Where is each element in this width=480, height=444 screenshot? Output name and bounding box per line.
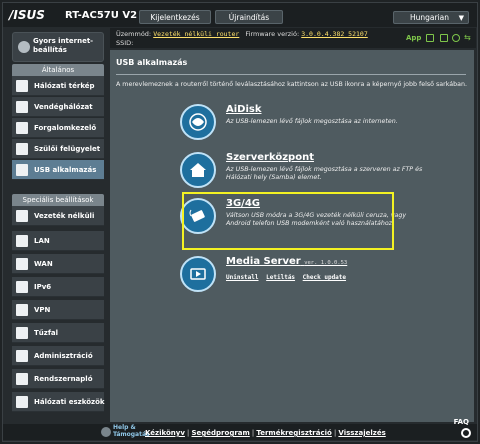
sidebar-item-system-log[interactable]: Rendszernapló <box>12 369 104 389</box>
firewall-icon <box>16 327 28 339</box>
feature-description: Az USB-lemezen lévő fájlok megosztása a … <box>226 166 423 181</box>
registration-link[interactable]: Termékregisztráció <box>256 429 331 437</box>
uninstall-link[interactable]: Uninstall <box>226 274 259 281</box>
media-server-links: Uninstall Letiltás Check update <box>226 274 350 281</box>
language-select[interactable]: Hungarian ▼ <box>393 11 469 24</box>
traffic-manager-icon <box>16 122 28 134</box>
wireless-icon <box>16 210 28 222</box>
manual-link[interactable]: Kézikönyv <box>145 429 185 437</box>
sidebar-item-administration[interactable]: Adminisztráció <box>12 346 104 366</box>
firmware-label: Firmware verzió: <box>245 30 300 38</box>
usb-eject-icon[interactable]: ⇆ <box>464 34 472 42</box>
sidebar-item-label: USB alkalmazás <box>34 166 97 174</box>
page-title: USB alkalmazás <box>116 58 188 67</box>
page-description: A merevlemeznek a routerről történő levá… <box>116 81 467 88</box>
sidebar-item-wireless[interactable]: Vezeték nélküli <box>12 206 104 226</box>
sidebar-item-label: WAN <box>34 260 53 268</box>
lan-icon <box>16 235 28 247</box>
sidebar-item-label: Vendéghálózat <box>34 103 93 111</box>
media-server-icon[interactable] <box>180 256 216 292</box>
top-bar: /ISUS RT-AC57U V2 Kijelentkezés Újraindí… <box>3 3 477 27</box>
usb-app-icon <box>16 164 28 176</box>
system-log-icon <box>16 373 28 385</box>
sidebar-item-label: VPN <box>34 306 51 314</box>
feature-title[interactable]: Media Server ver. 1.0.0.53 <box>226 256 347 267</box>
sidebar-item-guest-network[interactable]: Vendéghálózat <box>12 97 104 117</box>
footer-links: Kézikönyv | Segédprogram | Termékregisztráci… <box>145 429 386 437</box>
media-server-title[interactable]: Media Server <box>226 256 301 267</box>
sidebar-item-network-map[interactable]: Hálózati térkép <box>12 76 104 96</box>
sidebar-item-label: Tűzfal <box>34 329 59 337</box>
search-icon[interactable] <box>461 428 471 438</box>
disable-link[interactable]: Letiltás <box>266 274 295 281</box>
internet-status-icon[interactable] <box>426 34 434 42</box>
sidebar-item-lan[interactable]: LAN <box>12 231 104 251</box>
feature-description: Az USB-lemezen lévő fájlok megosztása az… <box>226 118 398 125</box>
sidebar-item-label: Vezeték nélküli <box>34 212 95 220</box>
status-bar: Üzemmód: Vezeték nélküli router Firmware… <box>110 28 476 48</box>
sidebar-item-firewall[interactable]: Tűzfal <box>12 323 104 343</box>
feedback-link[interactable]: Visszajelzés <box>338 429 385 437</box>
title-divider <box>116 74 466 75</box>
mode-value[interactable]: Vezeték nélküli router <box>153 30 239 38</box>
footer: FAQ Help & Támogatás Kézikönyv | Segédprog… <box>3 418 477 440</box>
sidebar-item-usb-app[interactable]: USB alkalmazás <box>12 160 104 180</box>
sidebar-item-vpn[interactable]: VPN <box>12 300 104 320</box>
network-map-icon <box>16 80 28 92</box>
sidebar-item-label: Hálózati eszközök <box>34 398 105 406</box>
feature-title[interactable]: AiDisk <box>226 104 262 115</box>
server-center-icon[interactable] <box>180 152 216 188</box>
vpn-icon <box>16 304 28 316</box>
language-value: Hungarian <box>410 13 450 22</box>
network-tools-icon <box>16 396 28 408</box>
sidebar-item-label: Szülői felügyelet <box>34 145 101 153</box>
chevron-down-icon: ▼ <box>458 14 464 22</box>
feature-title[interactable]: Szerverközpont <box>226 152 314 163</box>
ipv6-icon <box>16 281 28 293</box>
app-link[interactable]: App <box>406 34 421 42</box>
guest-network-icon <box>16 101 28 113</box>
highlight-box <box>182 192 394 250</box>
general-section-title: Általános <box>12 64 104 76</box>
aidisk-icon[interactable] <box>180 104 216 140</box>
sidebar-item-label: Rendszernapló <box>34 375 93 383</box>
sidebar-item-label: Hálózati térkép <box>34 82 95 90</box>
media-server-version: ver. 1.0.0.53 <box>304 260 348 266</box>
sidebar-item-parental-control[interactable]: Szülői felügyelet <box>12 139 104 159</box>
mode-label: Üzemmód: <box>116 30 152 38</box>
usb-status-icon[interactable] <box>440 34 448 42</box>
model-name: RT-AC57U V2 <box>65 10 138 21</box>
parental-control-icon <box>16 143 28 155</box>
utility-link[interactable]: Segédprogram <box>191 429 249 437</box>
status-row: Üzemmód: Vezeték nélküli router Firmware… <box>116 30 368 38</box>
wan-icon <box>16 258 28 270</box>
sidebar-item-label: LAN <box>34 237 50 245</box>
sidebar-item-ipv6[interactable]: IPv6 <box>12 277 104 297</box>
asus-logo: /ISUS <box>9 8 45 22</box>
help-support-link[interactable]: Help & Támogatás <box>113 424 150 438</box>
faq-label[interactable]: FAQ <box>454 418 469 426</box>
logout-button[interactable]: Kijelentkezés <box>139 10 211 24</box>
administration-icon <box>16 350 28 362</box>
link-separator: | <box>251 429 255 437</box>
wifi-status-icon[interactable] <box>452 34 460 42</box>
sidebar-item-traffic-manager[interactable]: Forgalomkezelő <box>12 118 104 138</box>
globe-icon <box>18 41 30 53</box>
quick-setup-button[interactable]: Gyors internet-beállítás <box>12 32 104 62</box>
check-update-link[interactable]: Check update <box>303 274 346 281</box>
link-separator: | <box>186 429 190 437</box>
quick-setup-label: Gyors internet-beállítás <box>33 37 94 54</box>
main-panel: USB alkalmazás A merevlemeznek a routerr… <box>110 50 474 422</box>
help-icon[interactable] <box>101 427 111 437</box>
sidebar-item-wan[interactable]: WAN <box>12 254 104 274</box>
advanced-section-title: Speciális beállítások <box>12 194 104 206</box>
reboot-button[interactable]: Újraindítás <box>215 10 283 24</box>
sidebar-item-network-tools[interactable]: Hálózati eszközök <box>12 392 105 412</box>
sidebar-item-label: IPv6 <box>34 283 52 291</box>
sidebar-item-label: Adminisztráció <box>34 352 93 360</box>
sidebar-item-label: Forgalomkezelő <box>34 124 97 132</box>
link-separator: | <box>333 429 337 437</box>
ssid-label: SSID: <box>116 39 134 47</box>
firmware-value[interactable]: 3.0.0.4.382_52107 <box>301 30 368 38</box>
